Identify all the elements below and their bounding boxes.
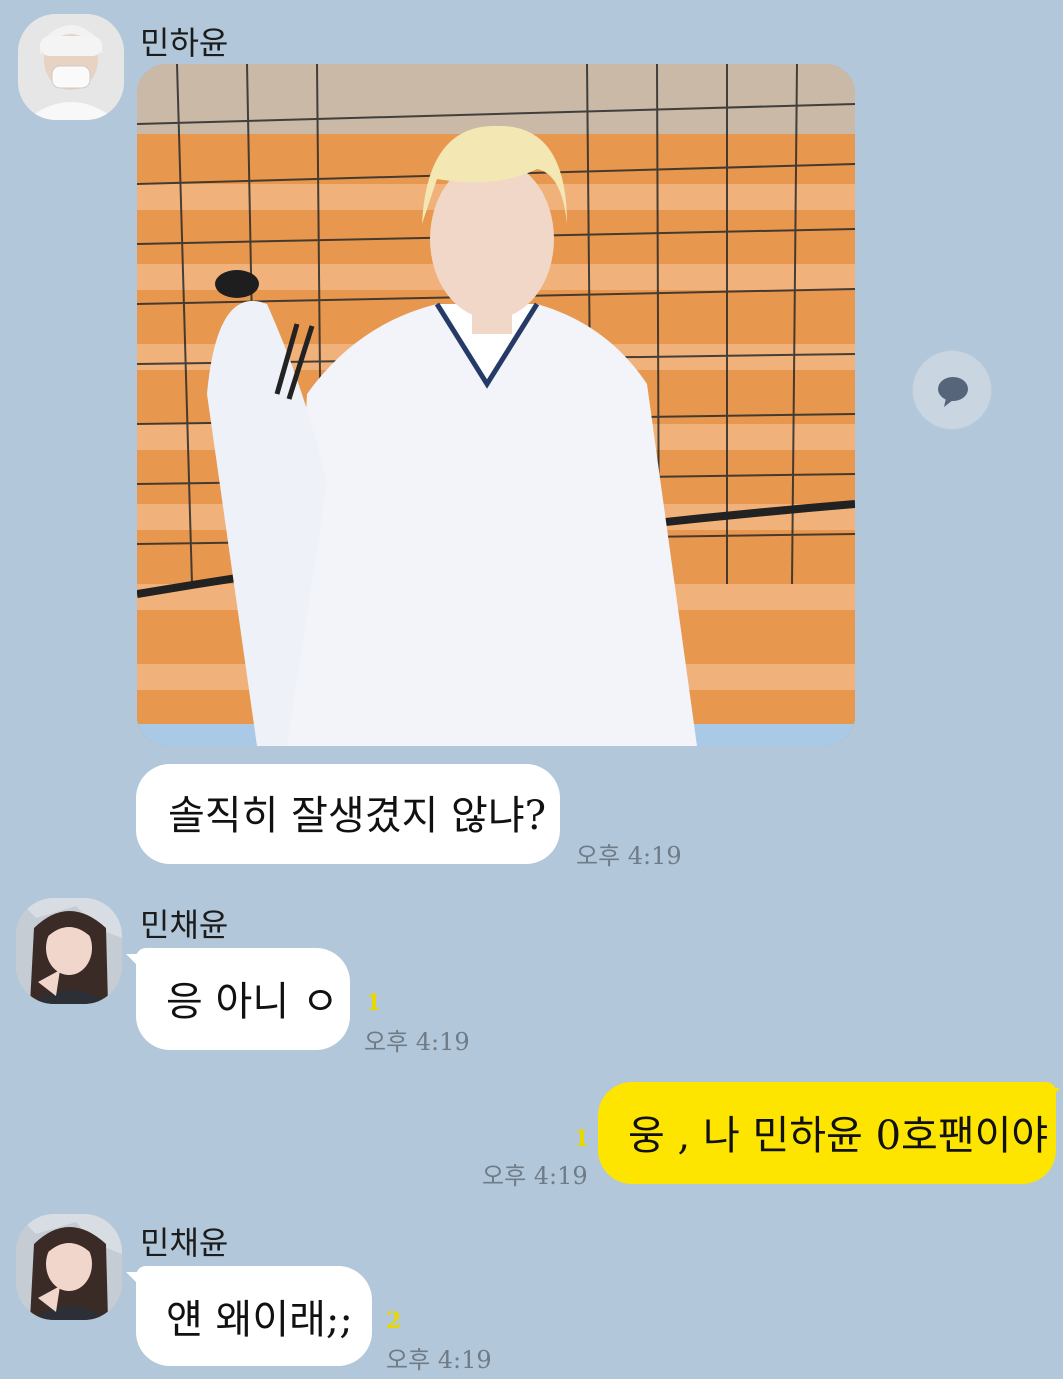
message-time: 오후 4:19 <box>364 1028 470 1056</box>
avatar-image <box>18 14 124 120</box>
message-time: 오후 4:19 <box>576 842 682 870</box>
share-button[interactable] <box>912 350 992 430</box>
unread-count: 1 <box>574 1126 590 1152</box>
unread-count: 1 <box>366 990 382 1016</box>
message-bubble[interactable]: 응 아니 ㅇ <box>136 948 350 1050</box>
sender-name: 민채윤 <box>140 1224 229 1262</box>
message-bubble[interactable]: 얜 왜이래;; <box>136 1266 372 1366</box>
sender-avatar[interactable] <box>18 14 124 120</box>
my-message-bubble[interactable]: 웅 , 나 민하윤 0호팬이야 <box>598 1082 1056 1184</box>
shared-photo[interactable] <box>137 64 855 746</box>
sender-name: 민하윤 <box>140 24 229 62</box>
message-text: 웅 , 나 민하윤 0호팬이야 <box>628 1113 1049 1159</box>
sender-name: 민채윤 <box>140 906 229 944</box>
sender-avatar[interactable] <box>16 1214 122 1320</box>
message-bubble[interactable]: 솔직히 잘생겼지 않냐? <box>136 764 560 864</box>
message-time: 오후 4:19 <box>386 1346 492 1374</box>
message-text: 솔직히 잘생겼지 않냐? <box>168 793 547 839</box>
avatar-image <box>16 1214 122 1320</box>
photo-image <box>137 64 855 746</box>
message-text: 응 아니 ㅇ <box>166 979 339 1025</box>
message-text: 얜 왜이래;; <box>166 1297 353 1343</box>
avatar-image <box>16 898 122 1004</box>
message-time: 오후 4:19 <box>482 1162 588 1190</box>
bubble-tail <box>1044 1088 1060 1104</box>
speech-bubble-icon <box>938 377 968 407</box>
sender-avatar[interactable] <box>16 898 122 1004</box>
unread-count: 2 <box>386 1308 402 1334</box>
